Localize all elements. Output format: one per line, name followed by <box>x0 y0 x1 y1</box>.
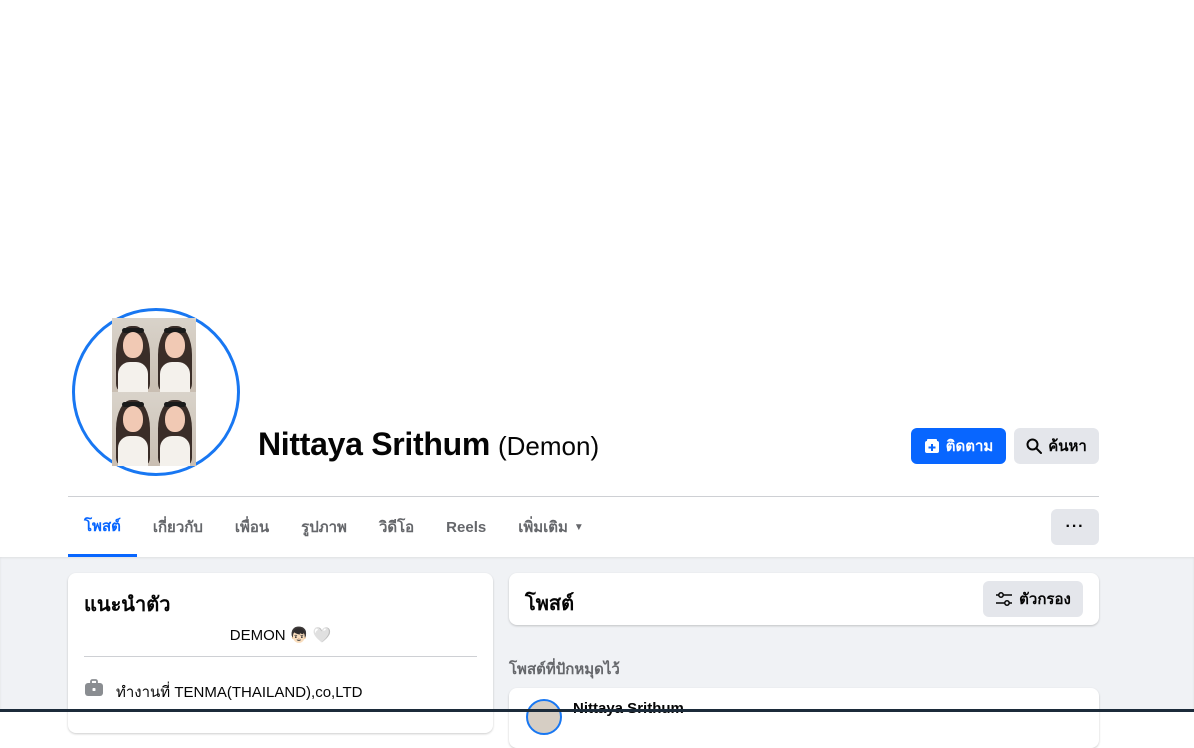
avatar-photo-tile <box>154 318 196 392</box>
posts-title: โพสต์ <box>525 593 575 615</box>
intro-title: แนะนำตัว <box>84 594 171 616</box>
follow-label: ติดตาม <box>945 438 994 455</box>
search-label: ค้นหา <box>1048 438 1087 455</box>
briefcase-icon <box>85 679 103 696</box>
tab-friends[interactable]: เพื่อน <box>219 497 285 557</box>
tab-videos[interactable]: วิดีโอ <box>363 497 430 557</box>
cover-photo[interactable] <box>0 0 1194 300</box>
follow-button[interactable]: ติดตาม <box>911 428 1006 464</box>
caret-down-icon: ▼ <box>573 521 584 533</box>
profile-avatar[interactable] <box>112 318 196 466</box>
intro-divider <box>84 656 477 657</box>
profile-name-row: Nittaya Srithum (Demon) <box>258 426 599 463</box>
filter-label: ตัวกรอง <box>1019 591 1071 608</box>
profile-nickname: (Demon) <box>498 431 600 461</box>
filter-sliders-icon <box>996 592 1013 606</box>
follow-icon <box>924 439 939 453</box>
intro-bio: DEMON 👦🏻 🤍 <box>229 627 332 644</box>
more-options-button[interactable]: ··· <box>1051 509 1099 545</box>
intro-work: ทำงานที่ TENMA(THAILAND),co,LTD <box>116 684 363 701</box>
profile-name: Nittaya Srithum <box>258 426 490 462</box>
tab-reels[interactable]: Reels <box>430 497 502 557</box>
more-dots-icon: ··· <box>1065 518 1085 535</box>
avatar-photo-tile <box>112 318 154 392</box>
tab-photos[interactable]: รูปภาพ <box>285 497 363 557</box>
pinned-post-card <box>509 688 1099 748</box>
filter-button[interactable]: ตัวกรอง <box>983 581 1083 617</box>
search-button[interactable]: ค้นหา <box>1014 428 1099 464</box>
tab-more[interactable]: เพิ่มเติม ▼ <box>502 497 600 557</box>
tab-posts[interactable]: โพสต์ <box>68 497 137 557</box>
tab-about[interactable]: เกี่ยวกับ <box>137 497 219 557</box>
avatar-photo-tile <box>154 392 196 466</box>
avatar-photo-tile <box>112 392 154 466</box>
profile-tabs: โพสต์ เกี่ยวกับ เพื่อน รูปภาพ วิดีโอ Ree… <box>68 497 600 557</box>
search-icon <box>1026 438 1043 454</box>
pinned-post-avatar[interactable] <box>526 699 562 735</box>
pinned-posts-label: โพสต์ที่ปักหมุดไว้ <box>509 661 620 678</box>
